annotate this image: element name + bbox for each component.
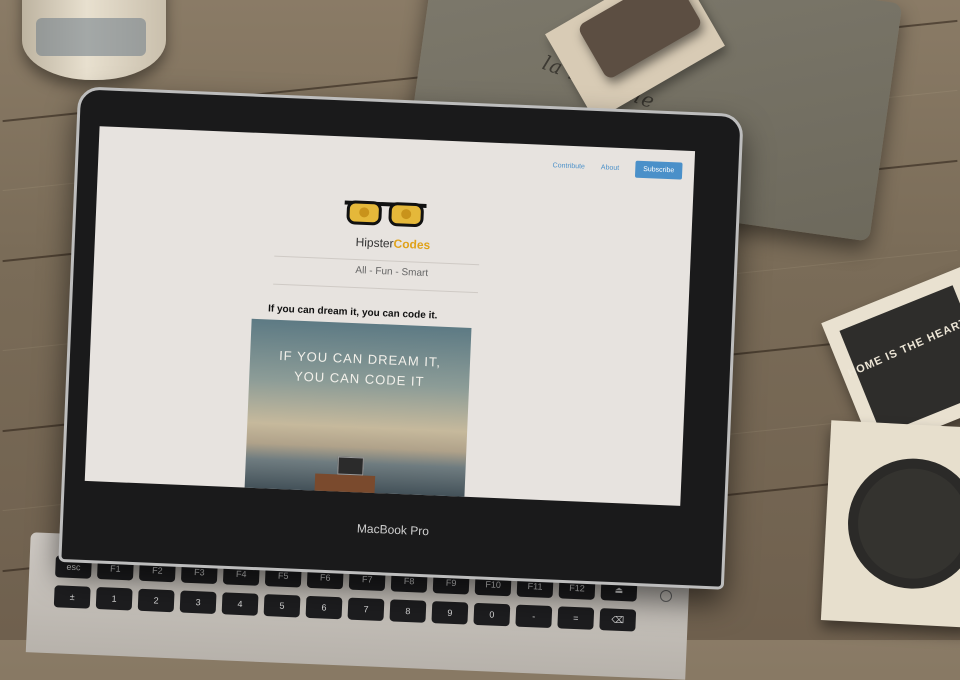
nav-about-link[interactable]: About — [601, 164, 620, 172]
keyboard-key[interactable]: 2 — [137, 588, 175, 613]
keyboard-key[interactable]: 5 — [263, 594, 301, 618]
keyboard-key[interactable]: 8 — [389, 599, 427, 623]
power-button[interactable] — [660, 590, 672, 602]
post-image-caption-2: YOU CAN CODE IT — [293, 368, 425, 390]
keyboard-key[interactable]: 7 — [347, 597, 385, 622]
site-tagline: All - Fun - Smart — [355, 265, 429, 280]
subscribe-button[interactable]: Subscribe — [634, 160, 683, 180]
keyboard-key[interactable]: 6 — [305, 595, 343, 620]
laptop-brand: MacBook Pro — [356, 521, 430, 539]
nav-contribute-link[interactable]: Contribute — [552, 162, 585, 170]
jar-label — [36, 18, 146, 56]
keyboard-key[interactable]: 1 — [95, 586, 133, 611]
logo-text-part2: Codes — [393, 236, 431, 253]
post-image[interactable]: IF YOU CAN DREAM IT, YOU CAN CODE IT — [243, 318, 472, 506]
coaster-print — [839, 285, 960, 435]
keyboard-key[interactable]: 9 — [431, 601, 469, 625]
keyboard-key[interactable]: 4 — [221, 592, 259, 616]
coaster-ring — [844, 455, 960, 592]
laptop-screen: Contribute About Subscribe HipsterCodes … — [84, 126, 696, 506]
sunglasses-logo-icon — [344, 200, 427, 227]
beach-desk — [314, 473, 376, 497]
keyboard-key[interactable]: 3 — [179, 590, 217, 615]
site-nav: Contribute About Subscribe — [552, 157, 683, 180]
beach-laptop — [337, 456, 364, 476]
keyboard-key[interactable]: ⌫ — [599, 608, 637, 632]
divider — [273, 283, 478, 294]
keyboard-key[interactable]: - — [515, 604, 553, 629]
keyboard-key[interactable]: ± — [53, 585, 91, 609]
logo-text-part1: Hipster — [355, 235, 394, 251]
laptop-lid: Contribute About Subscribe HipsterCodes … — [58, 86, 744, 590]
coaster-bottom — [820, 420, 960, 628]
keyboard-key[interactable]: 0 — [473, 602, 511, 627]
keyboard-key[interactable]: = — [557, 606, 595, 630]
post-title[interactable]: If you can dream it, you can code it. — [268, 303, 438, 321]
